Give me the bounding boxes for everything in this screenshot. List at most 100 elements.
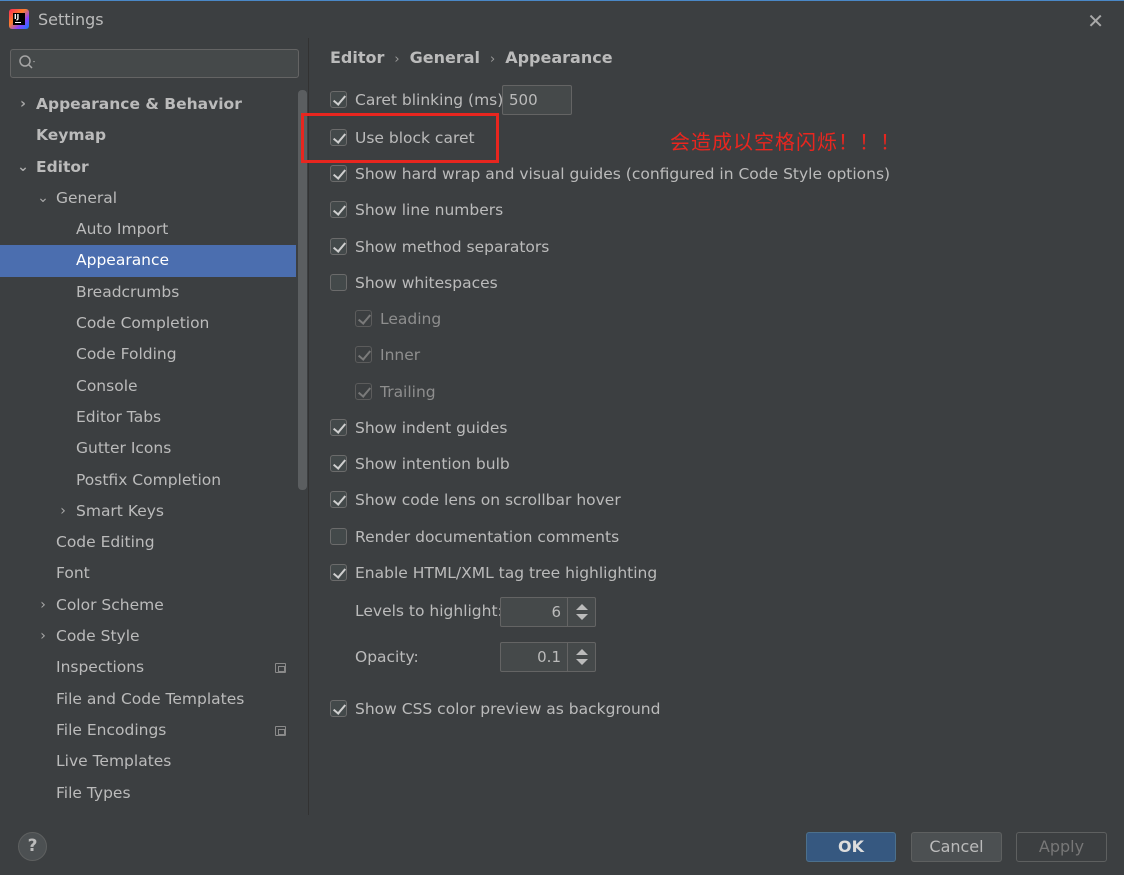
sidebar-item-label: File Encodings [56,720,167,739]
cancel-button[interactable]: Cancel [911,832,1002,862]
sidebar-item-editor-tabs[interactable]: Editor Tabs [0,402,296,433]
sidebar-item-general[interactable]: ⌄ General [0,183,296,214]
sidebar-item-label: Console [76,376,138,395]
sidebar-item-label: Breadcrumbs [76,282,180,301]
sidebar-item-label: Editor Tabs [76,407,162,426]
sidebar-item-editor[interactable]: ⌄ Editor [0,152,296,183]
spinner-down-icon[interactable] [576,659,588,665]
opacity-spinner-arrows[interactable] [567,643,595,671]
sidebar-item-label: Live Templates [56,752,172,771]
sidebar-item-gutter-icons[interactable]: Gutter Icons [0,433,296,464]
intention-bulb-label: Show intention bulb [355,455,510,473]
method-separators-label: Show method separators [355,238,550,256]
levels-value: 6 [551,603,561,621]
breadcrumb-separator: › [394,52,400,67]
title-bar: IJ Settings ✕ [0,0,1124,38]
tag-tree-checkbox[interactable] [330,564,347,581]
sidebar-item-label: Code Folding [76,345,177,364]
sidebar-item-file-types[interactable]: File Types [0,778,296,809]
render-docs-label: Render documentation comments [355,528,620,546]
sidebar-item-color-scheme[interactable]: › Color Scheme [0,590,296,621]
tag-tree-label: Enable HTML/XML tag tree highlighting [355,564,658,582]
sidebar-item-appearance[interactable]: Appearance [0,245,296,277]
help-button[interactable]: ? [18,832,47,861]
settings-tree: › Appearance & Behavior Keymap ⌄ Editor ⌄ Gene… [0,89,296,809]
chevron-down-icon[interactable]: ⌄ [16,152,30,183]
sidebar-item-code-editing[interactable]: Code Editing [0,527,296,558]
intention-bulb-checkbox[interactable] [330,455,347,472]
sidebar-item-label: General [56,188,118,207]
whitespaces-label: Show whitespaces [355,274,498,292]
sidebar-item-postfix-completion[interactable]: Postfix Completion [0,465,296,496]
hard-wrap-checkbox[interactable] [330,165,347,182]
spinner-up-icon[interactable] [576,649,588,655]
sidebar-item-keymap[interactable]: Keymap [0,120,296,151]
chevron-right-icon[interactable]: › [36,590,50,621]
sidebar-item-label: Inspections [56,658,145,677]
hard-wrap-label: Show hard wrap and visual guides (config… [355,165,891,183]
sidebar-item-label: Code Editing [56,533,155,552]
apply-button[interactable]: Apply [1016,832,1107,862]
ok-button[interactable]: OK [806,832,896,862]
breadcrumb-editor[interactable]: Editor [330,48,384,67]
sidebar-item-label: Font [56,564,90,583]
inner-checkbox [355,346,372,363]
levels-spinner[interactable]: 6 [500,597,596,627]
sidebar-item-console[interactable]: Console [0,371,296,402]
caret-blinking-input[interactable]: 500 [502,85,572,115]
leading-label: Leading [380,310,442,328]
chevron-right-icon[interactable]: › [16,89,30,120]
project-scope-icon [275,663,286,674]
leading-checkbox [355,310,372,327]
spinner-up-icon[interactable] [576,604,588,610]
settings-sidebar: › Appearance & Behavior Keymap ⌄ Editor ⌄ Gene… [0,38,309,815]
code-lens-label: Show code lens on scrollbar hover [355,491,621,509]
opacity-label: Opacity: [355,648,419,666]
line-numbers-checkbox[interactable] [330,201,347,218]
sidebar-item-code-folding[interactable]: Code Folding [0,339,296,370]
sidebar-item-code-style[interactable]: › Code Style [0,621,296,652]
css-preview-checkbox[interactable] [330,700,347,717]
close-icon[interactable]: ✕ [1087,9,1104,33]
chevron-down-icon[interactable]: ⌄ [36,183,50,214]
chevron-right-icon[interactable]: › [56,496,70,527]
spinner-down-icon[interactable] [576,614,588,620]
levels-spinner-arrows[interactable] [567,598,595,626]
sidebar-item-label: Postfix Completion [76,470,222,489]
search-box[interactable] [10,49,299,78]
sidebar-item-label: Code Completion [76,314,210,333]
opacity-value: 0.1 [537,648,561,666]
sidebar-item-auto-import[interactable]: Auto Import [0,214,296,245]
sidebar-item-label: Smart Keys [76,501,164,520]
sidebar-item-label: File and Code Templates [56,689,245,708]
caret-blinking-checkbox[interactable] [330,91,347,108]
render-docs-checkbox[interactable] [330,528,347,545]
breadcrumb-general[interactable]: General [410,48,480,67]
sidebar-item-file-and-code-templates[interactable]: File and Code Templates [0,684,296,715]
sidebar-item-live-templates[interactable]: Live Templates [0,746,296,777]
sidebar-item-code-completion[interactable]: Code Completion [0,308,296,339]
annotation-text: 会造成以空格闪烁！！！ [670,130,901,154]
breadcrumb: Editor › General › Appearance [330,48,613,67]
css-preview-label: Show CSS color preview as background [355,700,661,718]
sidebar-item-label: Gutter Icons [76,439,172,458]
intellij-app-icon: IJ [9,9,29,29]
chevron-right-icon[interactable]: › [36,621,50,652]
whitespaces-checkbox[interactable] [330,274,347,291]
trailing-label: Trailing [380,383,436,401]
code-lens-checkbox[interactable] [330,491,347,508]
sidebar-item-inspections[interactable]: Inspections [0,652,296,683]
dialog-footer: ? OK Cancel Apply [0,815,1124,875]
sidebar-item-font[interactable]: Font [0,558,296,589]
method-separators-checkbox[interactable] [330,238,347,255]
sidebar-item-label: Appearance & Behavior [36,95,242,113]
indent-guides-label: Show indent guides [355,419,508,437]
sidebar-item-appearance-behavior[interactable]: › Appearance & Behavior [0,89,296,120]
search-input[interactable] [43,53,293,74]
sidebar-item-breadcrumbs[interactable]: Breadcrumbs [0,277,296,308]
sidebar-item-smart-keys[interactable]: › Smart Keys [0,496,296,527]
sidebar-item-label: Editor [36,157,89,176]
indent-guides-checkbox[interactable] [330,419,347,436]
opacity-spinner[interactable]: 0.1 [500,642,596,672]
sidebar-item-file-encodings[interactable]: File Encodings [0,715,296,746]
